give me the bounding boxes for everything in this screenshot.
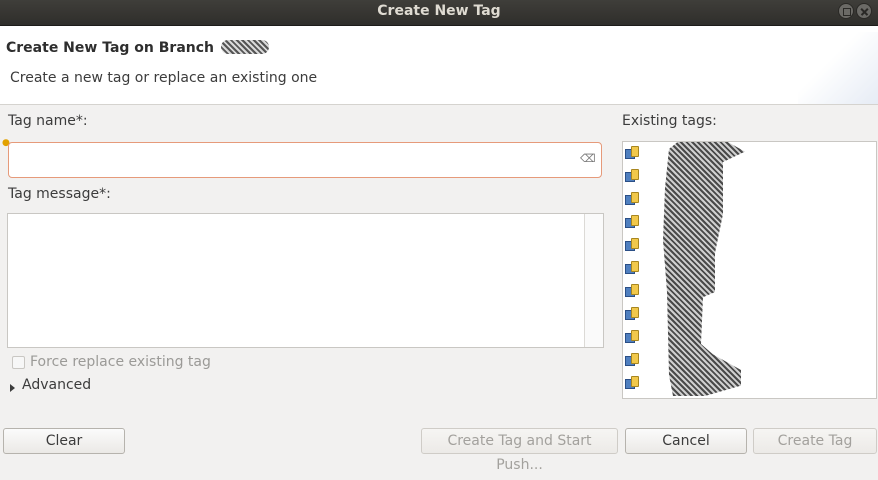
tag-icon — [625, 353, 639, 366]
tag-icon — [625, 307, 639, 320]
tag-list-item[interactable] — [625, 167, 865, 183]
tag-icon — [625, 376, 639, 389]
tag-name-label: Tag name*: — [8, 113, 88, 129]
cancel-button[interactable]: Cancel — [625, 428, 747, 454]
tag-message-input[interactable] — [8, 214, 584, 347]
tag-icon — [625, 284, 639, 297]
tag-name-input[interactable] — [15, 151, 579, 171]
tag-icon — [625, 238, 639, 251]
banner-title-row: Create New Tag on Branch — [6, 40, 269, 56]
tag-message-label: Tag message*: — [8, 186, 111, 202]
tag-name-field[interactable] — [8, 142, 602, 178]
banner-decoration — [798, 32, 878, 104]
tag-icon — [625, 215, 639, 228]
tag-icon — [625, 146, 639, 159]
message-scrollbar[interactable] — [584, 214, 603, 347]
banner-title: Create New Tag on Branch — [6, 40, 215, 56]
create-tag-button[interactable]: Create Tag — [753, 428, 877, 454]
tag-icon — [625, 192, 639, 205]
clear-button[interactable]: Clear — [3, 428, 125, 454]
advanced-section-toggle[interactable]: Advanced — [22, 377, 91, 393]
existing-tags-label: Existing tags: — [622, 113, 717, 129]
banner-description: Create a new tag or replace an existing … — [10, 70, 318, 86]
tag-icon — [625, 330, 639, 343]
create-tag-and-push-button[interactable]: Create Tag and Start Push... — [421, 428, 618, 473]
force-replace-checkbox[interactable] — [12, 356, 25, 369]
tag-list-item[interactable] — [625, 259, 865, 275]
tag-list-item[interactable] — [625, 305, 865, 321]
dialog-banner: Create New Tag on Branch Create a new ta… — [0, 26, 878, 105]
tag-list-item[interactable] — [625, 374, 865, 390]
tag-list-item[interactable] — [625, 236, 865, 252]
tag-message-field[interactable] — [7, 213, 604, 348]
branch-name-redacted — [220, 40, 269, 54]
tag-list-item[interactable] — [625, 144, 865, 160]
clear-field-icon[interactable]: ⌫ — [580, 153, 596, 164]
tag-list-item[interactable] — [625, 328, 865, 344]
existing-tags-list[interactable] — [622, 141, 877, 399]
advanced-expand-icon[interactable] — [10, 384, 15, 392]
close-icon[interactable] — [856, 3, 872, 19]
tag-list-item[interactable] — [625, 213, 865, 229]
tag-list-item[interactable] — [625, 397, 865, 398]
tag-list-item[interactable] — [625, 282, 865, 298]
window-title: Create New Tag — [377, 3, 501, 19]
maximize-icon[interactable] — [838, 3, 854, 19]
force-replace-label: Force replace existing tag — [30, 354, 211, 370]
tag-icon — [625, 261, 639, 274]
tag-list-item[interactable] — [625, 351, 865, 367]
title-bar: Create New Tag — [0, 0, 878, 26]
tag-list-item[interactable] — [625, 190, 865, 206]
tag-icon — [625, 169, 639, 182]
